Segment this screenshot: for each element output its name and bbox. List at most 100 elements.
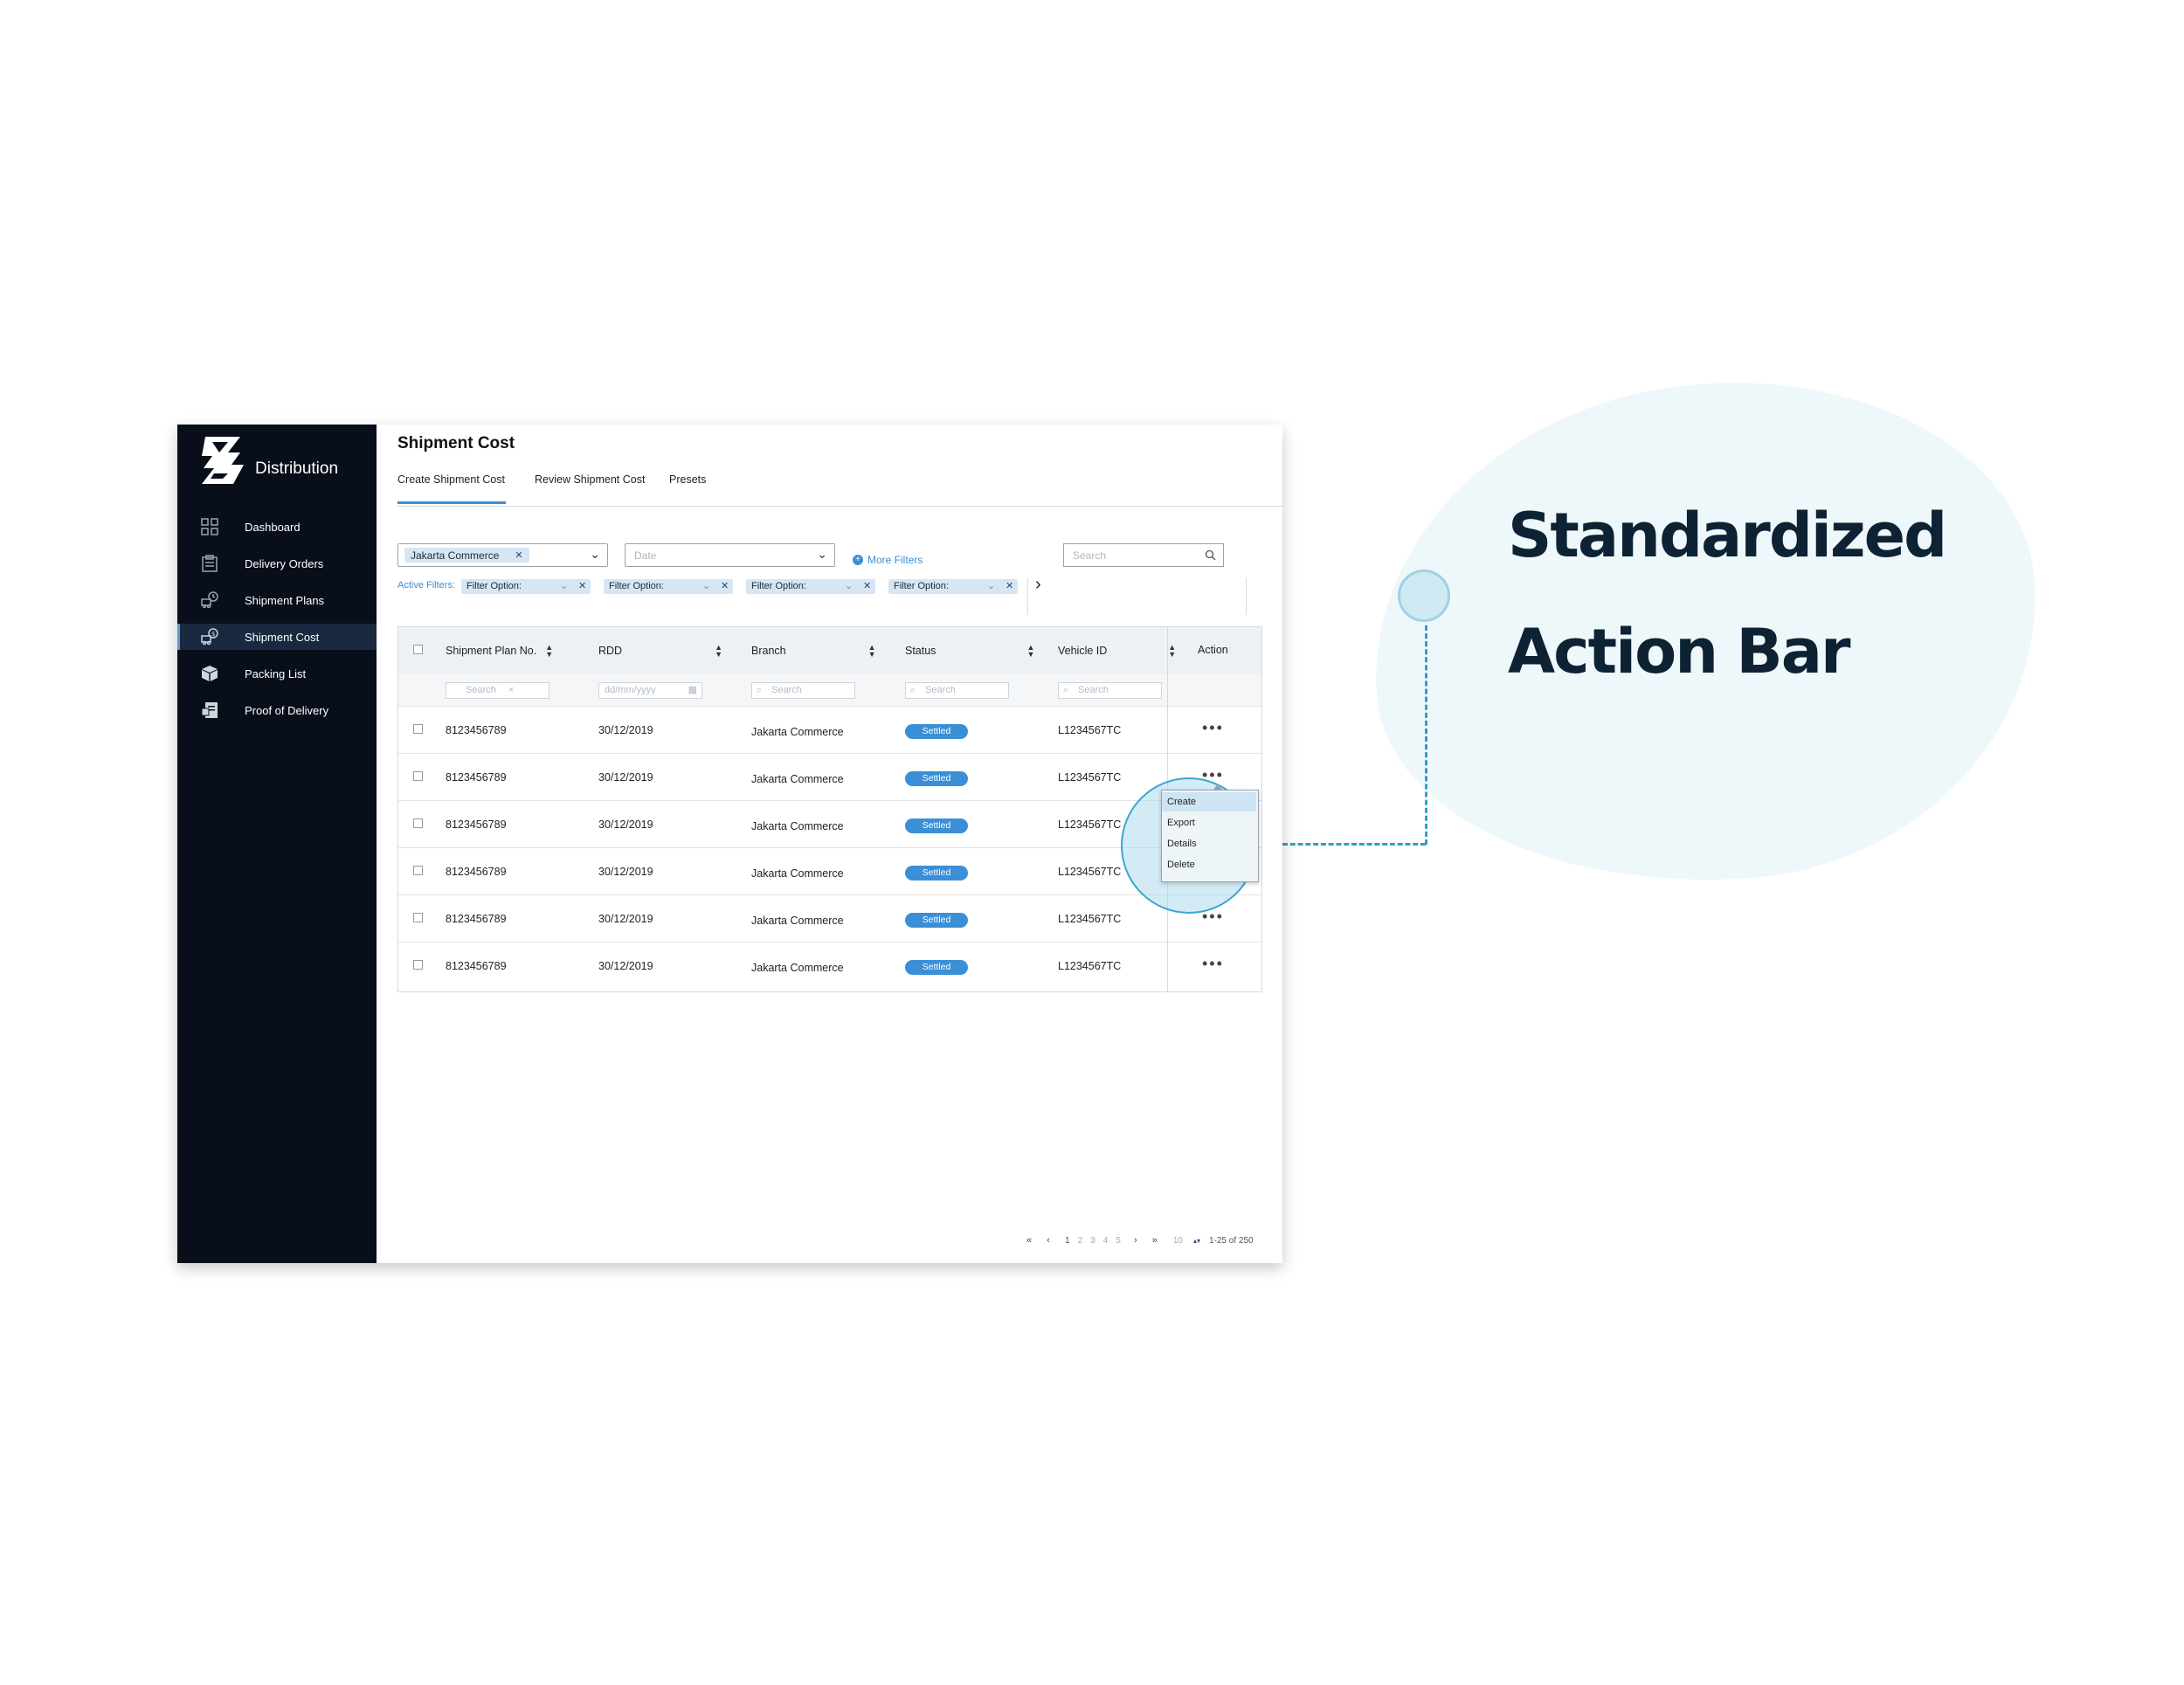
- branch-search-input[interactable]: ⌕ Search: [751, 682, 855, 699]
- column-header-label: Branch: [751, 645, 786, 657]
- branch-select[interactable]: Jakarta Commerce ✕ ⌄: [397, 543, 608, 567]
- page-4[interactable]: 4: [1103, 1236, 1109, 1246]
- filter-divider: [1246, 578, 1247, 615]
- column-header-branch[interactable]: Branch ▲ ▼: [751, 644, 876, 659]
- input-placeholder: dd/mm/yyyy: [605, 685, 656, 695]
- more-actions-icon[interactable]: •••: [1202, 719, 1224, 737]
- pagination: « ‹ 1 2 3 4 5 › » 10 ▴▾ 1-25 of 250: [1023, 1234, 1254, 1246]
- tabs-divider: [397, 506, 1282, 507]
- logo-icon: [202, 437, 244, 484]
- sidebar-item-packing-list[interactable]: Packing List: [177, 660, 377, 687]
- tab-presets[interactable]: Presets: [669, 473, 706, 486]
- vehicle-id: L1234567TC: [1058, 960, 1122, 972]
- tab-review-shipment-cost[interactable]: Review Shipment Cost: [535, 473, 645, 486]
- row-checkbox[interactable]: [413, 818, 423, 828]
- chevron-right-icon[interactable]: ›: [1035, 575, 1041, 595]
- table-row[interactable]: 8123456789 30/12/2019 Jakarta Commerce S…: [398, 942, 1261, 989]
- sidebar-item-proof-of-delivery[interactable]: Proof of Delivery: [177, 697, 377, 723]
- table-filter-row: Search × dd/mm/yyyy ▦ ⌕ Search ⌕ Search ⌕ Sea…: [398, 674, 1261, 706]
- remove-filter-icon[interactable]: ✕: [578, 580, 586, 591]
- callout-title-line1: Standardized: [1508, 500, 1947, 571]
- plan-search-input[interactable]: Search ×: [446, 682, 549, 699]
- active-filter-chip[interactable]: Filter Option: ⌄ ✕: [746, 579, 875, 594]
- menu-item-details[interactable]: Details: [1162, 834, 1256, 853]
- menu-item-create[interactable]: Create: [1162, 792, 1256, 811]
- sort-icon[interactable]: ▲ ▼: [868, 644, 876, 659]
- filter-chip-label: Filter Option:: [467, 581, 522, 591]
- tab-create-shipment-cost[interactable]: Create Shipment Cost: [397, 473, 505, 486]
- more-filters-label: More Filters: [867, 554, 923, 566]
- vehicle-id: L1234567TC: [1058, 913, 1122, 925]
- status-search-input[interactable]: ⌕ Search: [905, 682, 1009, 699]
- sidebar: Distribution Dashboard Delivery Orders S…: [177, 425, 377, 1263]
- select-all-checkbox[interactable]: [413, 645, 423, 654]
- vehicle-search-input[interactable]: ⌕ Search: [1058, 682, 1162, 699]
- table-row[interactable]: 8123456789 30/12/2019 Jakarta Commerce S…: [398, 894, 1261, 942]
- rdd-date: 30/12/2019: [598, 960, 653, 972]
- per-page-select[interactable]: 10: [1173, 1236, 1183, 1246]
- table-row[interactable]: 8123456789 30/12/2019 Jakarta Commerce S…: [398, 753, 1261, 800]
- column-header-plan[interactable]: Shipment Plan No. ▲ ▼: [446, 644, 553, 659]
- remove-filter-icon[interactable]: ✕: [1006, 580, 1013, 591]
- sort-icon[interactable]: ▲ ▼: [545, 644, 553, 659]
- remove-chip-icon[interactable]: ✕: [515, 549, 522, 561]
- search-icon: ⌕: [757, 685, 763, 695]
- plan-number: 8123456789: [446, 960, 507, 972]
- column-header-label: Status: [905, 645, 936, 657]
- page-5[interactable]: 5: [1116, 1236, 1121, 1246]
- next-page-icon[interactable]: ›: [1130, 1234, 1142, 1246]
- more-actions-icon[interactable]: •••: [1202, 955, 1224, 973]
- active-filter-chip[interactable]: Filter Option: ⌄ ✕: [461, 579, 591, 594]
- sidebar-item-dashboard[interactable]: Dashboard: [177, 514, 377, 540]
- vehicle-id: L1234567TC: [1058, 724, 1122, 736]
- page-3[interactable]: 3: [1090, 1236, 1095, 1246]
- column-header-rdd[interactable]: RDD ▲ ▼: [598, 644, 722, 659]
- search-input[interactable]: Search: [1063, 543, 1224, 567]
- remove-filter-icon[interactable]: ✕: [721, 580, 729, 591]
- sort-icon[interactable]: ▲ ▼: [1168, 644, 1176, 659]
- menu-item-export[interactable]: Export: [1162, 813, 1256, 832]
- chevron-down-icon: ⌄: [590, 547, 600, 561]
- row-checkbox[interactable]: [413, 960, 423, 970]
- remove-filter-icon[interactable]: ✕: [863, 580, 871, 591]
- sidebar-item-label: Shipment Plans: [245, 593, 325, 607]
- row-checkbox[interactable]: [413, 724, 423, 734]
- row-checkbox[interactable]: [413, 913, 423, 922]
- sort-icon[interactable]: ▲ ▼: [715, 644, 722, 659]
- more-filters-link[interactable]: + More Filters: [853, 554, 923, 566]
- input-placeholder: Search: [466, 685, 496, 695]
- row-checkbox[interactable]: [413, 866, 423, 875]
- active-filter-chip[interactable]: Filter Option: ⌄ ✕: [888, 579, 1018, 594]
- table-row[interactable]: 8123456789 30/12/2019 Jakarta Commerce S…: [398, 706, 1261, 753]
- table-header: Shipment Plan No. ▲ ▼ RDD ▲ ▼ Branch ▲ ▼ Statu…: [398, 627, 1261, 674]
- rdd-date-input[interactable]: dd/mm/yyyy ▦: [598, 682, 702, 699]
- rdd-date: 30/12/2019: [598, 818, 653, 831]
- column-header-label: Shipment Plan No.: [446, 645, 537, 657]
- close-icon[interactable]: ×: [508, 685, 514, 695]
- sidebar-item-delivery-orders[interactable]: Delivery Orders: [177, 550, 377, 577]
- row-checkbox[interactable]: [413, 771, 423, 781]
- menu-item-delete[interactable]: Delete: [1162, 855, 1256, 874]
- sidebar-item-shipment-cost[interactable]: $ Shipment Cost: [177, 624, 377, 650]
- last-page-icon[interactable]: »: [1149, 1234, 1161, 1246]
- page-2[interactable]: 2: [1078, 1236, 1083, 1246]
- active-filters-label: Active Filters:: [397, 580, 456, 590]
- rdd-date: 30/12/2019: [598, 913, 653, 925]
- column-header-status[interactable]: Status ▲ ▼: [905, 644, 1034, 659]
- date-placeholder: Date: [634, 549, 657, 562]
- page-1[interactable]: 1: [1065, 1236, 1070, 1246]
- branch-chip-label: Jakarta Commerce: [411, 549, 500, 562]
- active-filter-chip[interactable]: Filter Option: ⌄ ✕: [604, 579, 733, 594]
- per-page-stepper-icon[interactable]: ▴▾: [1193, 1237, 1200, 1245]
- column-header-vehicle[interactable]: Vehicle ID ▲ ▼: [1058, 644, 1176, 659]
- branch-name: Jakarta Commerce: [751, 915, 844, 927]
- calendar-icon[interactable]: ▦: [688, 683, 697, 698]
- sidebar-item-shipment-plans[interactable]: Shipment Plans: [177, 587, 377, 613]
- vehicle-id: L1234567TC: [1058, 866, 1122, 878]
- sort-icon[interactable]: ▲ ▼: [1026, 644, 1034, 659]
- page-range: 1-25 of 250: [1208, 1235, 1254, 1246]
- date-select[interactable]: Date ⌄: [625, 543, 835, 567]
- status-badge: Settled: [905, 771, 968, 786]
- prev-page-icon[interactable]: ‹: [1042, 1234, 1054, 1246]
- first-page-icon[interactable]: «: [1023, 1234, 1035, 1246]
